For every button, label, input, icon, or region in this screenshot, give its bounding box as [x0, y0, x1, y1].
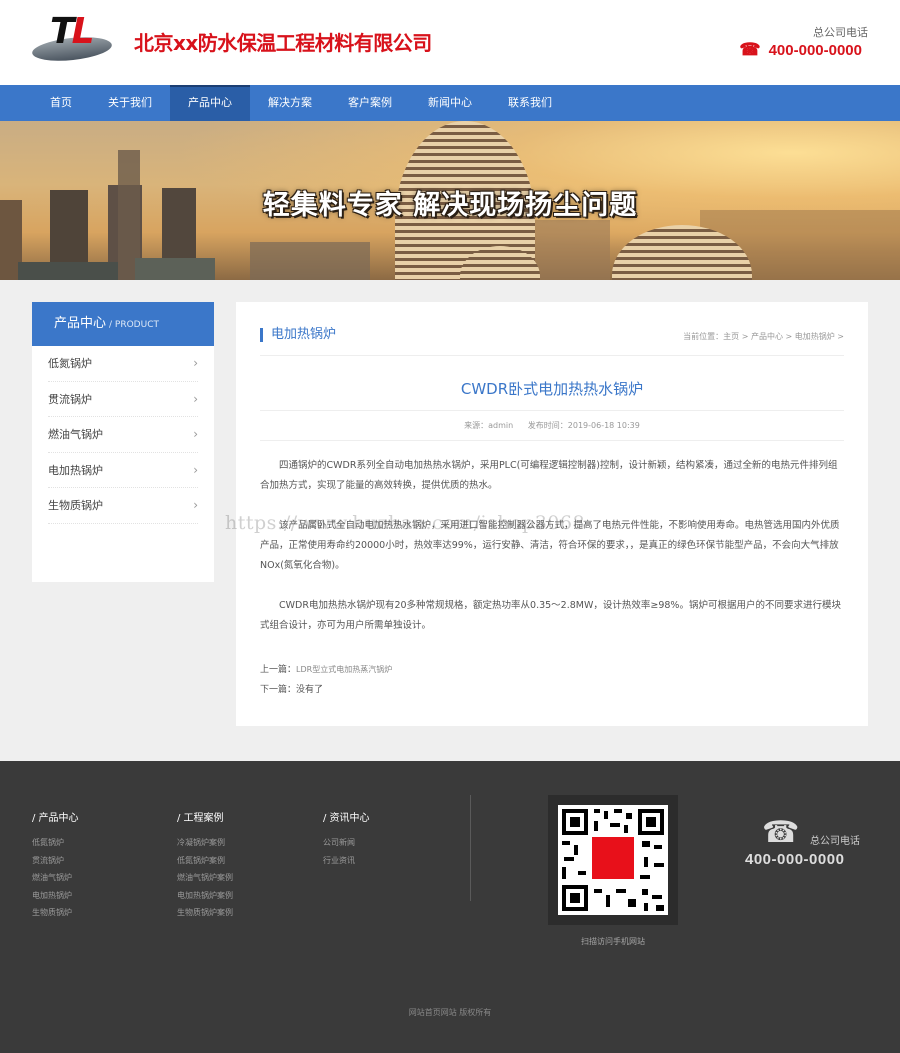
banner-building — [250, 242, 370, 280]
article-panel: 电加热锅炉 当前位置：主页 > 产品中心 > 电加热锅炉 > CWDR卧式电加热… — [236, 302, 868, 726]
chevron-right-icon: › — [193, 498, 198, 513]
divider — [260, 440, 844, 441]
article-paragraph: 该产品属卧式全自动电加热热水锅炉，采用进口智能控制器公器方式，提高了电热元件性能… — [260, 520, 840, 571]
sidebar-header: 产品中心 / PRODUCT — [32, 302, 214, 346]
banner-slogan: 轻集料专家 解决现场扬尘问题 — [262, 190, 638, 221]
nav-item-home[interactable]: 首页 — [32, 85, 90, 121]
next-label: 下一篇： — [260, 685, 297, 695]
footer-column-cases: / 工程案例 冷凝锅炉案例 低氮锅炉案例 燃油气锅炉案例 电加热锅炉案例 生物质… — [177, 809, 233, 922]
chevron-right-icon: › — [193, 462, 198, 477]
footer-link[interactable]: 低氮锅炉 — [32, 834, 79, 852]
footer-link[interactable]: 电加热锅炉 — [32, 887, 79, 905]
footer-phone: 400-000-0000 — [745, 851, 845, 868]
section-title: 电加热锅炉 — [260, 328, 336, 342]
footer-link[interactable]: 低氮锅炉案例 — [177, 852, 233, 870]
footer-phone-label: 总公司电话 — [810, 836, 860, 847]
article-date: 发布时间：2019-06-18 10:39 — [527, 421, 640, 430]
footer-link[interactable]: 电加热锅炉案例 — [177, 887, 233, 905]
footer-link[interactable]: 燃油气锅炉 — [32, 869, 79, 887]
telephone-icon: ☎ — [762, 815, 800, 850]
footer-column-news: / 资讯中心 公司新闻 行业资讯 — [323, 809, 370, 869]
article-title: CWDR卧式电加热热水锅炉 — [460, 380, 644, 398]
nav-item-about[interactable]: 关于我们 — [90, 85, 170, 121]
copyright: 网站首页网站 版权所有 — [408, 1008, 492, 1017]
sidebar-item-label: 电加热锅炉 — [48, 463, 103, 477]
sidebar-item-label: 生物质锅炉 — [48, 499, 103, 513]
next-article: 下一篇：没有了 — [260, 680, 392, 700]
nav-item-products[interactable]: 产品中心 — [170, 85, 250, 121]
prev-label: 上一篇： — [260, 665, 297, 675]
next-article-value: 没有了 — [296, 685, 324, 695]
footer-divider — [470, 795, 471, 901]
sidebar-subtitle: / PRODUCT — [109, 320, 159, 330]
qr-code-image — [558, 805, 668, 915]
chevron-right-icon: › — [193, 391, 198, 406]
sidebar-item-label: 低氮锅炉 — [48, 357, 92, 371]
prev-article: 上一篇：LDR型立式电加热蒸汽锅炉 — [260, 660, 392, 680]
breadcrumb[interactable]: 当前位置：主页 > 产品中心 > 电加热锅炉 > — [683, 331, 844, 342]
footer-link[interactable]: 公司新闻 — [323, 834, 370, 852]
sidebar-item-once-through-boiler[interactable]: 贯流锅炉 › — [48, 382, 198, 417]
chevron-right-icon: › — [193, 427, 198, 442]
footer-link[interactable]: 燃油气锅炉案例 — [177, 869, 233, 887]
article-body: 四通锅炉的CWDR系列全自动电加热热水锅炉，采用PLC(可编程逻辑控制器)控制，… — [260, 456, 844, 656]
sidebar-item-biomass-boiler[interactable]: 生物质锅炉 › — [48, 488, 198, 524]
article-paragraph: 四通锅炉的CWDR系列全自动电加热热水锅炉，采用PLC(可编程逻辑控制器)控制，… — [260, 460, 838, 491]
main-nav: 首页 关于我们 产品中心 解决方案 客户案例 新闻中心 联系我们 — [0, 85, 900, 121]
footer-column-title: / 工程案例 — [177, 813, 224, 824]
article-paragraph: CWDR电加热热水锅炉现有20多种常规规格，额定热功率从0.35～2.8MW，设… — [260, 600, 841, 631]
telephone-icon: ☎ — [739, 40, 761, 59]
company-name: 北京xx防水保温工程材料有限公司 — [134, 31, 432, 55]
sidebar-item-label: 燃油气锅炉 — [48, 428, 103, 442]
sidebar-item-low-nitrogen-boiler[interactable]: 低氮锅炉 › — [48, 346, 198, 382]
header-phone-number: 400-000-0000 — [768, 41, 862, 59]
chevron-right-icon: › — [193, 356, 198, 371]
prev-article-link[interactable]: LDR型立式电加热蒸汽锅炉 — [296, 665, 392, 674]
nav-item-news[interactable]: 新闻中心 — [410, 85, 490, 121]
nav-item-contact[interactable]: 联系我们 — [490, 85, 570, 121]
footer-column-title: / 资讯中心 — [323, 813, 370, 824]
banner-building — [135, 258, 215, 280]
hero-banner: 轻集料专家 解决现场扬尘问题 — [0, 121, 900, 280]
sidebar-list: 低氮锅炉 › 贯流锅炉 › 燃油气锅炉 › 电加热锅炉 › 生物质锅炉 › — [32, 346, 214, 524]
qr-code — [548, 795, 678, 925]
footer-link[interactable]: 冷凝锅炉案例 — [177, 834, 233, 852]
footer-column-title: / 产品中心 — [32, 813, 79, 824]
article-source: 来源：admin — [464, 421, 514, 430]
sidebar-item-label: 贯流锅炉 — [48, 392, 92, 406]
footer-link[interactable]: 行业资讯 — [323, 852, 370, 870]
sidebar-title: 产品中心 — [54, 316, 107, 331]
footer-link[interactable]: 生物质锅炉 — [32, 904, 79, 922]
header-phone-label: 总公司电话 — [813, 26, 868, 39]
sidebar-item-electric-boiler[interactable]: 电加热锅炉 › — [48, 453, 198, 488]
sidebar-item-oil-gas-boiler[interactable]: 燃油气锅炉 › — [48, 417, 198, 453]
footer-link[interactable]: 贯流锅炉 — [32, 852, 79, 870]
divider — [260, 410, 844, 411]
site-header: TL 北京xx防水保温工程材料有限公司 总公司电话 ☎ 400-000-0000 — [0, 0, 900, 85]
content-header: 电加热锅炉 当前位置：主页 > 产品中心 > 电加热锅炉 > — [260, 328, 844, 356]
footer-link[interactable]: 生物质锅炉案例 — [177, 904, 233, 922]
product-sidebar: 产品中心 / PRODUCT 低氮锅炉 › 贯流锅炉 › 燃油气锅炉 › 电加热锅炉 › … — [32, 302, 214, 582]
footer-column-products: / 产品中心 低氮锅炉 贯流锅炉 燃油气锅炉 电加热锅炉 生物质锅炉 — [32, 809, 79, 922]
header-phone: ☎ 400-000-0000 — [739, 40, 862, 60]
logo-mark: TL — [50, 11, 95, 52]
banner-building — [18, 262, 118, 280]
article-meta: 来源：admin 发布时间：2019-06-18 10:39 — [236, 420, 868, 431]
nav-item-solutions[interactable]: 解决方案 — [250, 85, 330, 121]
logo[interactable]: TL — [31, 11, 114, 65]
qr-code-pattern — [562, 809, 664, 911]
site-footer: / 产品中心 低氮锅炉 贯流锅炉 燃油气锅炉 电加热锅炉 生物质锅炉 / 工程案… — [0, 761, 900, 1053]
qr-caption: 扫描访问手机网站 — [581, 937, 645, 946]
prev-next-links: 上一篇：LDR型立式电加热蒸汽锅炉 下一篇：没有了 — [260, 660, 392, 700]
nav-item-cases[interactable]: 客户案例 — [330, 85, 410, 121]
